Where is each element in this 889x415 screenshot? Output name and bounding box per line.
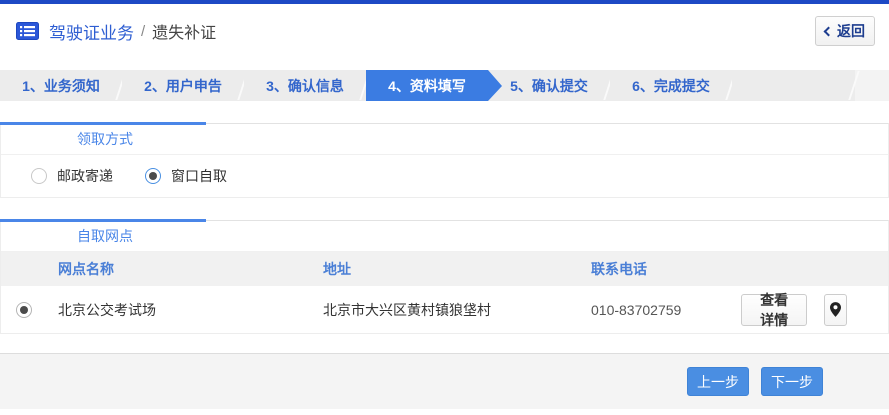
header-phone: 联系电话 (591, 261, 647, 277)
radio-option-label[interactable]: 窗口自取 (171, 166, 227, 186)
chevron-left-icon (823, 26, 834, 36)
location-table-row[interactable]: 北京公交考试场 北京市大兴区黄村镇狼垡村 010-83702759 查看详情 (1, 286, 888, 333)
step-6-complete-submit[interactable]: 6、完成提交 (610, 70, 732, 101)
step-2-user-declaration[interactable]: 2、用户申告 (122, 70, 244, 101)
radio-option-postal-delivery[interactable]: 邮政寄递 (31, 166, 113, 186)
pickup-method-options: 邮政寄递 窗口自取 (1, 155, 888, 197)
pickup-locations-panel: 自取网点 网点名称 地址 联系电话 北京公交考试场 北京市大兴区黄村镇狼垡村 0… (0, 219, 889, 334)
map-location-button[interactable] (824, 293, 847, 326)
locations-table-header: 网点名称 地址 联系电话 (1, 252, 888, 286)
radio-unselected-icon[interactable] (31, 168, 47, 184)
license-list-icon (16, 22, 39, 40)
page-title: 遗失补证 (152, 25, 217, 42)
previous-step-button[interactable]: 上一步 (687, 367, 749, 396)
step-1-business-notice[interactable]: 1、业务须知 (0, 70, 122, 101)
header-location-name: 网点名称 (58, 261, 114, 277)
step-bar-filler (732, 70, 855, 101)
step-3-confirm-info[interactable]: 3、确认信息 (244, 70, 366, 101)
service-category-title: 驾驶证业务 (49, 23, 134, 43)
back-button[interactable]: 返回 (815, 16, 875, 46)
view-details-label: 查看详情 (760, 291, 789, 328)
footer-spacer (0, 334, 889, 353)
location-pin-icon (830, 302, 842, 317)
view-details-button[interactable]: 查看详情 (741, 292, 808, 328)
next-step-label: 下一步 (771, 373, 813, 390)
radio-option-window-pickup[interactable]: 窗口自取 (145, 166, 227, 186)
step-5-confirm-submit[interactable]: 5、确认提交 (488, 70, 610, 101)
step-bar-tail (855, 70, 889, 101)
location-address: 北京市大兴区黄村镇狼垡村 (323, 301, 491, 318)
step-4-fill-materials-active[interactable]: 4、资料填写 (366, 70, 502, 101)
pickup-method-panel: 领取方式 邮政寄递 窗口自取 (0, 122, 889, 198)
step-wizard: 1、业务须知 2、用户申告 3、确认信息 4、资料填写 5、确认提交 6、完成提… (0, 70, 889, 101)
breadcrumb-separator: / (141, 22, 146, 40)
tab-pickup-method: 领取方式 (1, 124, 888, 155)
row-radio-selected-icon[interactable] (16, 301, 32, 318)
page-header: 驾驶证业务 / 遗失补证 返回 (0, 4, 889, 58)
back-button-label: 返回 (837, 23, 865, 39)
location-name: 北京公交考试场 (58, 301, 156, 318)
previous-step-label: 上一步 (697, 373, 739, 390)
wizard-footer: 上一步 下一步 (0, 353, 889, 409)
location-phone: 010-83702759 (591, 301, 682, 318)
radio-option-label[interactable]: 邮政寄递 (57, 166, 113, 186)
tab-pickup-locations: 自取网点 (1, 221, 888, 252)
next-step-button[interactable]: 下一步 (761, 367, 823, 396)
radio-selected-icon[interactable] (145, 168, 161, 184)
header-address: 地址 (323, 261, 351, 277)
